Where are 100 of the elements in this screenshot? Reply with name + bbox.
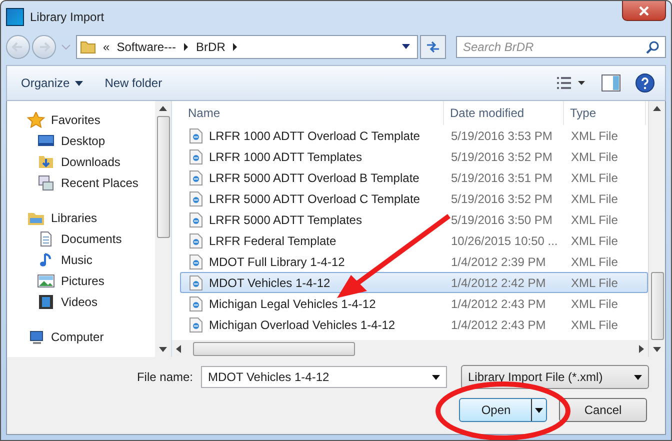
date-cell-text: 5/19/2016 3:53 PM [450, 128, 554, 142]
view-options-icon[interactable] [557, 76, 587, 90]
xml-file-icon [189, 212, 203, 228]
file-name: MDOT Full Library 1-4-12 [209, 254, 345, 268]
file-name: LRFR 1000 ADTT Templates [209, 150, 362, 164]
horizontal-scrollbar[interactable] [172, 340, 648, 357]
date-cell-text: 1/4/2012 2:39 PM [450, 254, 547, 268]
file-type-dropdown[interactable]: Library Import File (*.xml) [461, 365, 649, 389]
scroll-down-icon[interactable] [159, 347, 167, 352]
type-cell-text: XML File [570, 128, 619, 142]
file-name: LRFR 5000 ADTT Templates [209, 212, 362, 226]
xml-file-icon [189, 128, 203, 144]
file-row[interactable]: LRFR 5000 ADTT Overload C Template 5/19/2016 3:52 PM XML File [180, 188, 648, 209]
date-cell-text: 5/19/2016 3:50 PM [450, 212, 554, 226]
folder-icon [80, 39, 96, 55]
dropdown-icon[interactable] [432, 374, 440, 380]
vertical-scrollbar[interactable] [648, 101, 665, 357]
scroll-thumb[interactable] [156, 116, 170, 238]
date-cell-text: 5/19/2016 3:52 PM [450, 192, 554, 206]
scroll-up-icon[interactable] [159, 106, 167, 111]
scroll-down-icon[interactable] [653, 347, 661, 352]
breadcrumb[interactable]: « [103, 40, 110, 54]
close-button[interactable] [622, 1, 666, 21]
type-cell-text: XML File [570, 296, 619, 310]
date-cell-text: 5/19/2016 3:51 PM [450, 170, 554, 184]
search-field[interactable]: Search BrDR [456, 36, 666, 58]
download-icon [37, 154, 55, 170]
file-row[interactable]: LRFR 1000 ADTT Templates 5/19/2016 3:52 PM XML File [180, 146, 648, 167]
caret-icon [535, 408, 543, 412]
sidebar-item[interactable]: Music [7, 249, 155, 270]
scroll-up-icon[interactable] [653, 106, 661, 111]
file-row[interactable]: Michigan Overload Vehicles 1-4-12 1/4/2012 2:43 PM XML File [180, 314, 648, 335]
sidebar-item[interactable]: Desktop [7, 130, 155, 151]
file-row[interactable]: LRFR 5000 ADTT Templates 5/19/2016 3:50 PM XML File [180, 209, 648, 230]
file-name: Michigan Legal Vehicles 1-4-12 [209, 296, 376, 310]
open-button[interactable]: Open [459, 398, 547, 422]
organize-menu[interactable]: Organize [17, 74, 87, 92]
breadcrumb[interactable]: Software--- [116, 40, 176, 54]
pictures-icon [37, 272, 55, 288]
address-bar[interactable]: « Software--- BrDR [76, 35, 418, 59]
column-header[interactable]: Date modified [444, 101, 564, 125]
file-row[interactable]: MDOT Full Library 1-4-12 1/4/2012 2:39 PM XML File [180, 251, 648, 272]
date-cell-text: 1/4/2012 2:43 PM [450, 318, 547, 332]
sidebar-group[interactable]: Computer [7, 326, 155, 347]
desktop-icon [37, 132, 55, 148]
file-name: LRFR 5000 ADTT Overload B Template [209, 170, 420, 184]
new-folder-button[interactable]: New folder [100, 74, 166, 92]
scroll-right-icon[interactable] [639, 344, 644, 352]
chevron-icon[interactable] [183, 43, 190, 51]
file-name-label: File name: [136, 370, 193, 384]
type-cell-text: XML File [570, 212, 619, 226]
scroll-thumb[interactable] [650, 272, 664, 340]
sidebar-item[interactable]: Pictures [7, 270, 155, 291]
file-row[interactable]: LRFR 5000 ADTT Overload B Template 5/19/2016 3:51 PM XML File [180, 167, 648, 188]
cancel-button[interactable]: Cancel [559, 398, 647, 422]
type-cell-text: XML File [570, 254, 619, 268]
xml-file-icon [189, 296, 203, 312]
date-cell-text: 5/19/2016 3:52 PM [450, 150, 554, 164]
app-logo-icon [6, 8, 24, 26]
file-name: LRFR 1000 ADTT Overload C Template [209, 128, 420, 142]
sidebar-item[interactable]: Downloads [7, 151, 155, 172]
column-header[interactable]: Name [180, 101, 444, 125]
computer-icon [27, 328, 45, 344]
type-cell-text: XML File [570, 318, 619, 332]
xml-file-icon [189, 148, 203, 164]
refresh-button[interactable] [420, 35, 446, 59]
search-icon [646, 40, 660, 54]
file-name: LRFR Federal Template [209, 234, 336, 248]
sidebar-group[interactable]: Libraries [7, 207, 155, 228]
type-cell-text: XML File [570, 234, 619, 248]
file-name-field[interactable]: MDOT Vehicles 1-4-12 [201, 366, 447, 388]
scroll-thumb[interactable] [193, 342, 355, 356]
help-icon[interactable] [635, 73, 655, 93]
xml-file-icon [189, 190, 203, 206]
xml-file-icon [189, 254, 203, 270]
breadcrumb[interactable]: BrDR [196, 40, 226, 54]
file-name: LRFR 5000 ADTT Overload C Template [209, 192, 420, 206]
xml-file-icon [189, 274, 203, 290]
sidebar-item[interactable]: Documents [7, 228, 155, 249]
file-row[interactable]: LRFR 1000 ADTT Overload C Template 5/19/2016 3:53 PM XML File [180, 125, 648, 146]
recent-icon [37, 174, 55, 190]
dropdown-icon[interactable] [401, 44, 411, 50]
chevron-icon[interactable] [232, 43, 238, 51]
type-cell-text: XML File [570, 192, 619, 206]
sidebar-item[interactable]: Videos [7, 291, 155, 312]
file-row[interactable]: LRFR Federal Template 10/26/2015 10:50 ... XML File [180, 230, 648, 251]
sidebar-group[interactable]: Favorites [7, 109, 155, 130]
videos-icon [37, 294, 55, 310]
preview-pane-icon[interactable] [601, 74, 621, 92]
close-icon [638, 6, 650, 16]
refresh-icon [425, 40, 441, 54]
file-row[interactable]: Michigan Legal Vehicles 1-4-12 1/4/2012 2:43 PM XML File [180, 293, 648, 314]
column-header[interactable]: Type [564, 101, 646, 125]
type-cell-text: XML File [570, 150, 619, 164]
vertical-scrollbar[interactable] [155, 101, 171, 357]
scroll-left-icon[interactable] [176, 344, 181, 352]
file-row[interactable]: MDOT Vehicles 1-4-12 1/4/2012 2:42 PM XML File [180, 272, 648, 293]
sidebar-item[interactable]: Recent Places [7, 172, 155, 193]
caret-icon [74, 80, 83, 86]
xml-file-icon [189, 170, 203, 186]
